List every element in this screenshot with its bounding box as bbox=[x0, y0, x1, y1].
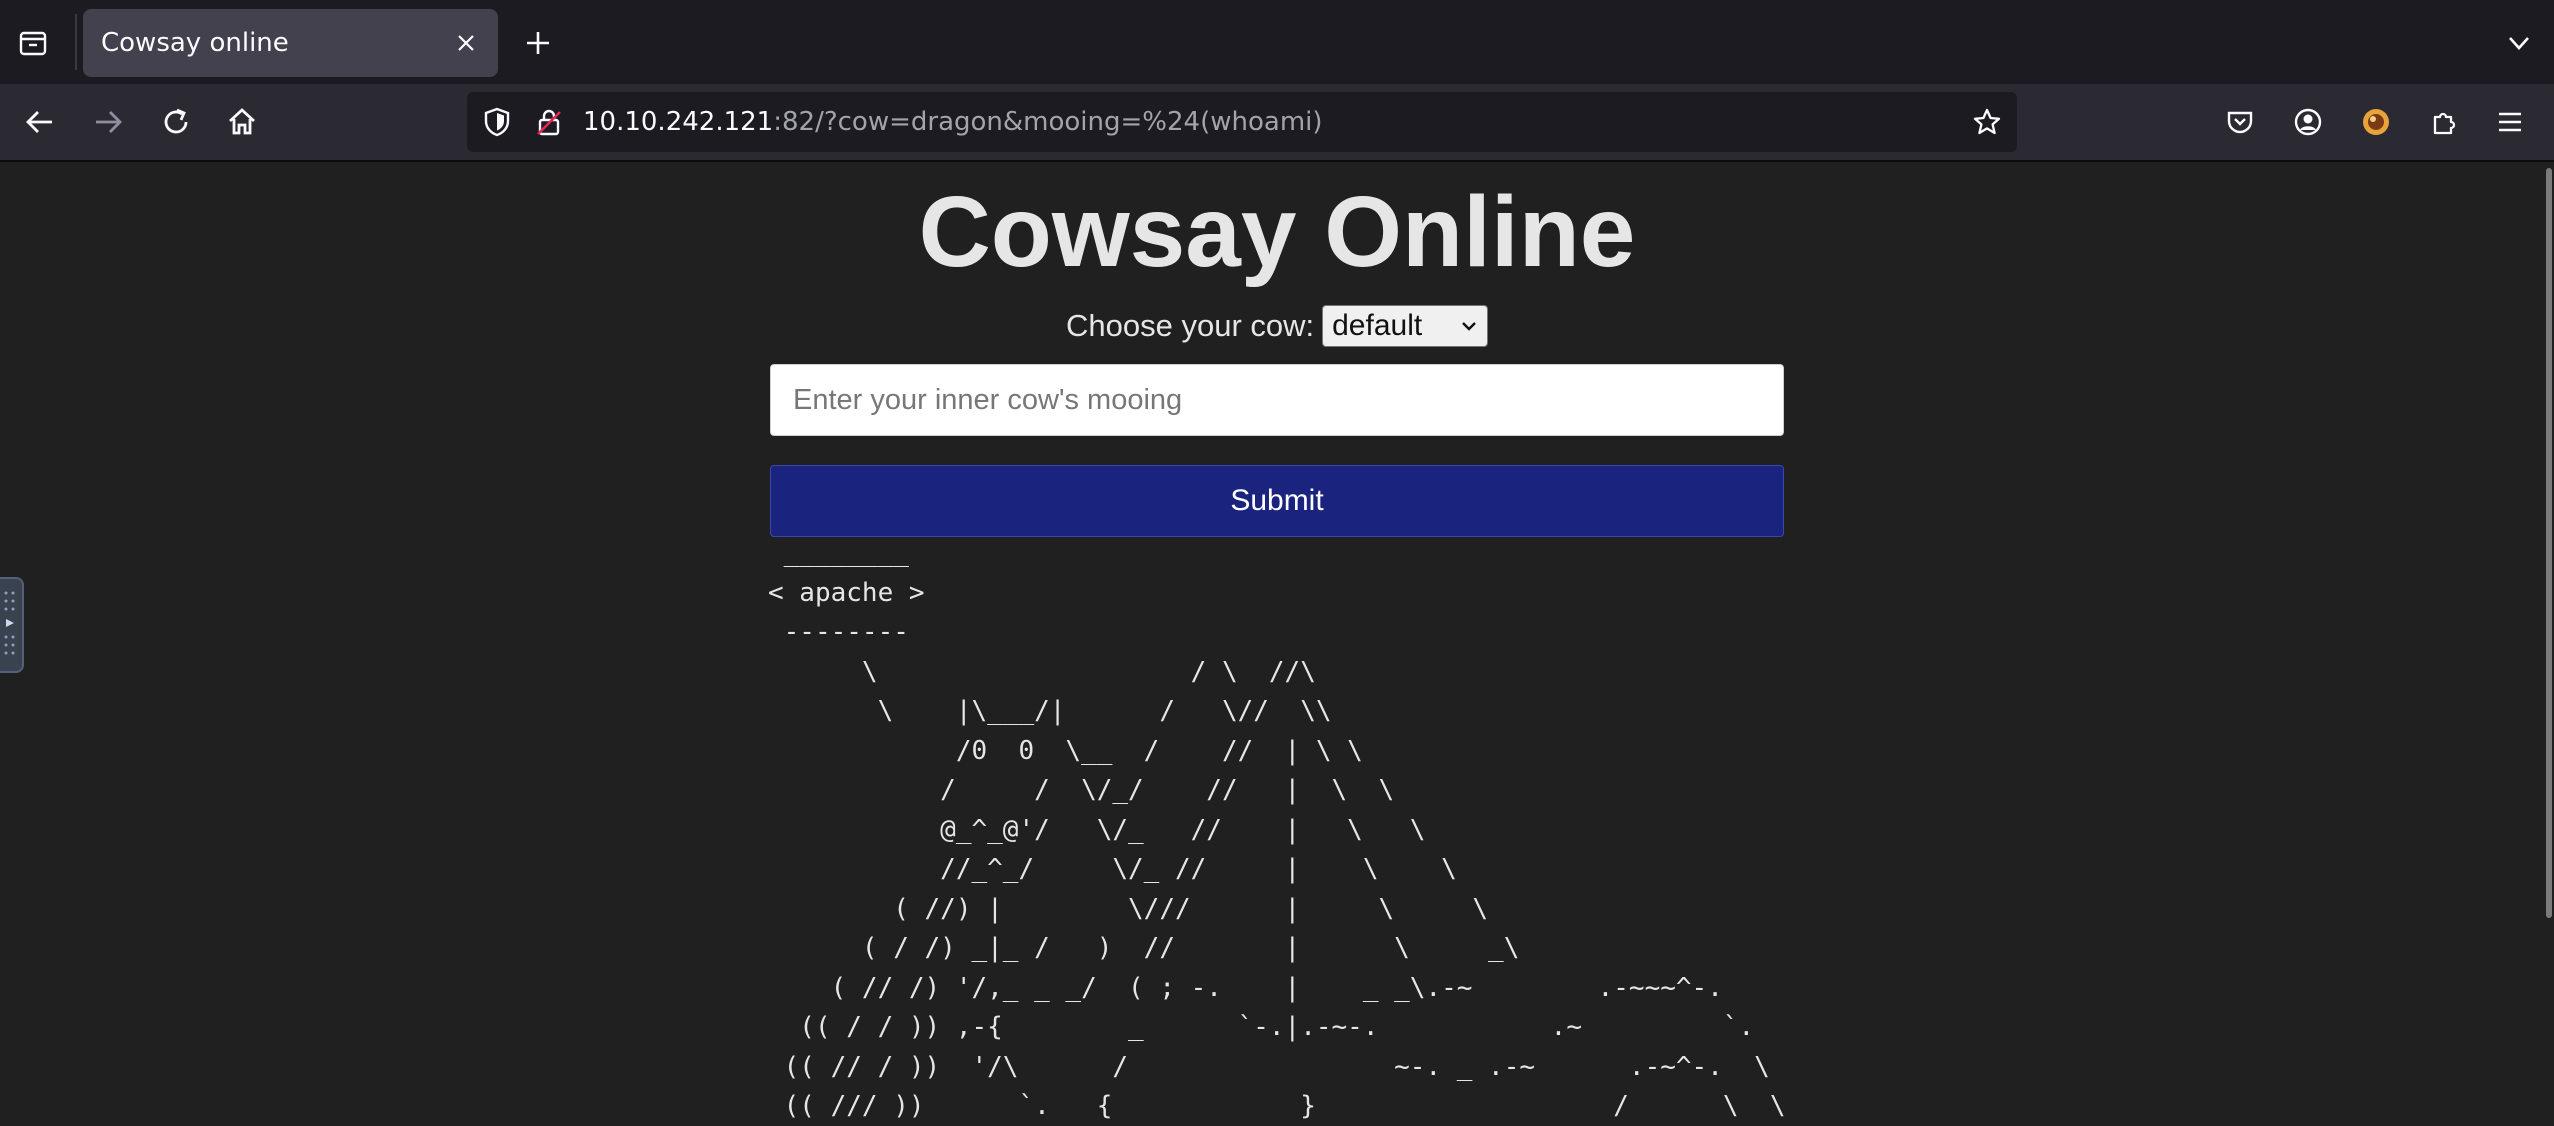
submit-button[interactable]: Submit bbox=[770, 465, 1784, 537]
tab-close-button[interactable] bbox=[444, 21, 488, 65]
sidebar-toggle-handle[interactable] bbox=[0, 577, 24, 673]
cowsay-output: ________ < apache > -------- \ / \ //\ \… bbox=[768, 538, 1786, 1121]
account-icon bbox=[2294, 108, 2322, 136]
forward-button[interactable] bbox=[84, 98, 132, 146]
page-scrollbar[interactable] bbox=[2544, 162, 2554, 1126]
url-text[interactable]: 10.10.242.121:82/?cow=dragon&mooing=%24(… bbox=[583, 92, 1323, 152]
new-tab-button[interactable] bbox=[515, 20, 561, 66]
tab-strip: Cowsay online bbox=[0, 0, 2554, 85]
scrollbar-thumb[interactable] bbox=[2546, 168, 2552, 918]
tab-cowsay[interactable]: Cowsay online bbox=[83, 9, 498, 77]
arrow-right-icon bbox=[96, 111, 122, 133]
bookmark-button[interactable] bbox=[1967, 102, 2007, 142]
url-host: 10.10.242.121 bbox=[583, 107, 774, 137]
arrow-left-icon bbox=[26, 111, 52, 133]
tab-title: Cowsay online bbox=[101, 28, 289, 58]
cow-select[interactable]: default bbox=[1322, 305, 1489, 347]
pocket-icon bbox=[2227, 111, 2253, 134]
page-title: Cowsay Online bbox=[918, 176, 1636, 288]
navigation-toolbar: 10.10.242.121:82/?cow=dragon&mooing=%24(… bbox=[0, 84, 2554, 162]
page-content: Cowsay Online Choose your cow: default S… bbox=[0, 162, 2554, 1126]
back-button[interactable] bbox=[16, 98, 64, 146]
firefox-view-icon bbox=[19, 31, 47, 56]
account-button[interactable] bbox=[2284, 98, 2332, 146]
reload-button[interactable] bbox=[152, 98, 200, 146]
shield-icon bbox=[484, 107, 510, 137]
cow-select-label: Choose your cow: bbox=[1066, 308, 1315, 343]
star-icon bbox=[1973, 108, 2001, 135]
home-button[interactable] bbox=[218, 98, 266, 146]
app-menu-button[interactable] bbox=[2486, 98, 2534, 146]
cow-select-value: default bbox=[1332, 309, 1423, 342]
cow-chooser: Choose your cow: default bbox=[1066, 304, 1489, 348]
mooing-input[interactable] bbox=[770, 364, 1784, 436]
chevron-down-icon bbox=[1462, 322, 1476, 331]
extensions-menu-button[interactable] bbox=[2420, 98, 2468, 146]
extension-icon bbox=[2363, 109, 2389, 135]
lock-insecure-icon bbox=[537, 109, 561, 136]
close-icon bbox=[458, 35, 474, 51]
plus-icon bbox=[527, 32, 549, 54]
puzzle-icon bbox=[2433, 112, 2456, 135]
chevron-down-icon bbox=[2509, 37, 2529, 50]
pocket-button[interactable] bbox=[2216, 98, 2264, 146]
url-path: :82/?cow=dragon&mooing=%24(whoami) bbox=[773, 107, 1323, 137]
site-info-button[interactable] bbox=[529, 102, 569, 142]
tracking-protection-button[interactable] bbox=[477, 102, 517, 142]
tab-separator bbox=[75, 14, 77, 70]
extension-button[interactable] bbox=[2352, 98, 2400, 146]
hamburger-menu-icon bbox=[2499, 112, 2521, 132]
tab-list-button[interactable] bbox=[2496, 20, 2542, 66]
home-icon bbox=[229, 108, 255, 135]
reload-icon bbox=[164, 108, 188, 134]
url-bar[interactable]: 10.10.242.121:82/?cow=dragon&mooing=%24(… bbox=[467, 92, 2017, 152]
grip-icon bbox=[4, 591, 15, 655]
firefox-view-button[interactable] bbox=[8, 20, 58, 66]
